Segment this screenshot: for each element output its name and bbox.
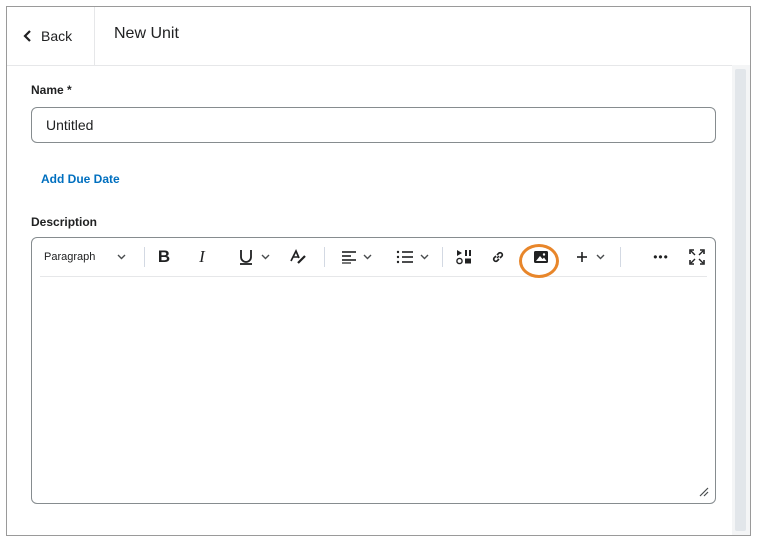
toolbar-divider [324, 247, 325, 267]
more-actions-button[interactable]: ••• [646, 238, 676, 276]
ellipsis-icon: ••• [653, 250, 669, 264]
bold-icon: B [157, 247, 171, 266]
scrollbar-thumb[interactable] [735, 69, 746, 531]
insert-media-icon [456, 250, 471, 265]
align-left-icon [341, 251, 356, 264]
editor-toolbar: Paragraph B I ••• [40, 238, 710, 278]
fullscreen-button[interactable] [684, 238, 710, 276]
chevron-down-icon [420, 254, 428, 260]
fullscreen-icon [689, 249, 705, 265]
chevron-left-icon [21, 29, 35, 43]
paragraph-format-select[interactable]: Paragraph [40, 238, 136, 276]
description-editor: Paragraph B I ••• [31, 237, 716, 504]
paragraph-format-label: Paragraph [44, 251, 96, 263]
resize-handle-icon[interactable] [698, 486, 709, 497]
list-button[interactable] [392, 238, 432, 276]
bold-button[interactable]: B [150, 238, 178, 276]
chevron-down-icon [596, 254, 604, 260]
underline-button[interactable] [230, 238, 276, 276]
back-label: Back [41, 28, 73, 44]
insert-more-button[interactable] [570, 238, 610, 276]
name-label: Name * [31, 83, 72, 97]
page-title: New Unit [114, 25, 179, 42]
align-button[interactable] [336, 238, 376, 276]
italic-icon: I [199, 247, 205, 266]
plus-icon [576, 252, 587, 262]
bulleted-list-icon [396, 250, 413, 264]
link-icon [492, 251, 504, 263]
underline-icon [239, 250, 252, 265]
insert-media-button[interactable] [452, 238, 476, 276]
chevron-down-icon [261, 254, 269, 260]
text-color-icon [290, 248, 306, 264]
form-content: Name * Add Due Date Description Paragrap… [7, 65, 732, 535]
toolbar-divider [620, 247, 621, 267]
back-button[interactable]: Back [7, 7, 95, 65]
italic-button[interactable]: I [188, 238, 216, 276]
toolbar-divider [442, 247, 443, 267]
page-frame: Back New Unit Name * Add Due Date Descri… [6, 6, 751, 536]
name-input[interactable] [31, 107, 716, 143]
chevron-down-icon [363, 254, 371, 260]
description-text-area[interactable] [32, 277, 715, 503]
chevron-down-icon [117, 252, 126, 262]
text-color-button[interactable] [286, 238, 310, 276]
add-due-date-link[interactable]: Add Due Date [41, 172, 120, 186]
highlight-ring [519, 244, 559, 278]
toolbar-divider [144, 247, 145, 267]
description-label: Description [31, 215, 98, 229]
insert-link-button[interactable] [486, 238, 510, 276]
page-header: Back New Unit [7, 7, 750, 66]
